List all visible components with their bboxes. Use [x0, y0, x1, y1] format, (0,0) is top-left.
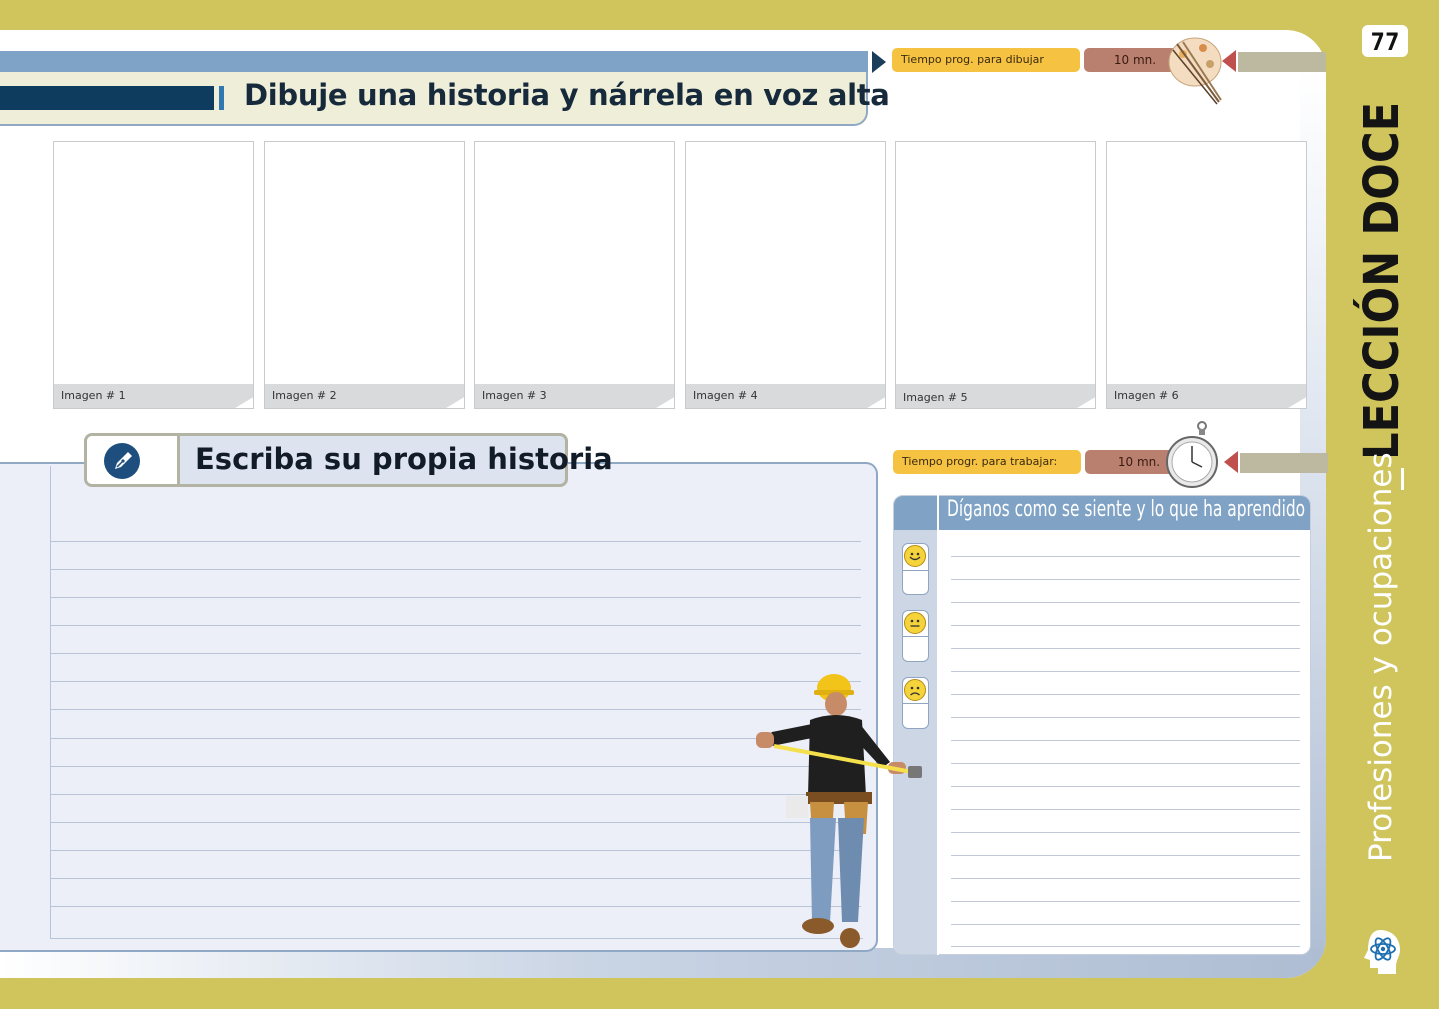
image-frame-4[interactable]: Imagen # 4: [685, 141, 886, 409]
image-caption: Imagen # 3: [475, 384, 674, 408]
draw-timer-label: Tiempo prog. para dibujar: [892, 48, 1080, 72]
pen-nib-icon: [104, 443, 140, 479]
stopwatch-icon: [1166, 421, 1218, 488]
neutral-face-icon: [904, 612, 926, 634]
head-atom-logo-icon: [1364, 930, 1400, 974]
lesson-divider: [1401, 468, 1404, 490]
image-frame-2[interactable]: Imagen # 2: [264, 141, 465, 409]
image-frame-3[interactable]: Imagen # 3: [474, 141, 675, 409]
story-title: Escriba su propia historia: [195, 442, 613, 476]
image-frame-5[interactable]: Imagen # 5: [895, 141, 1096, 409]
feelings-panel: [893, 495, 1311, 955]
image-frame-1[interactable]: Imagen # 1: [53, 141, 254, 409]
lesson-topic: Profesiones y ocupaciones: [1363, 452, 1399, 862]
work-timer-label: Tiempo progr. para trabajar:: [893, 450, 1081, 474]
paint-palette-icon: [1168, 37, 1222, 105]
happy-face-icon: [904, 545, 926, 567]
work-timer-arrow: [1224, 451, 1238, 473]
page-number: 77: [1362, 25, 1408, 57]
image-caption: Imagen # 5: [896, 384, 1095, 408]
construction-worker-image: [756, 674, 922, 948]
image-caption: Imagen # 4: [686, 384, 885, 408]
story-lines-container: [50, 466, 863, 939]
lesson-title: LECCIÓN DOCE: [1354, 101, 1410, 460]
image-caption: Imagen # 2: [265, 384, 464, 408]
page-title: Dibuje una historia y nárrela en voz alt…: [244, 78, 890, 112]
draw-timer-bar: [1238, 52, 1326, 72]
image-caption: Imagen # 1: [54, 384, 253, 408]
header-accent-bar: [0, 86, 214, 110]
feelings-title: Díganos como se siente y lo que ha apren…: [947, 497, 1306, 522]
header-arrow: [872, 51, 886, 73]
header-stripe: [0, 51, 868, 73]
work-timer-bar: [1240, 453, 1328, 473]
header-accent-tick: [219, 86, 224, 110]
image-frame-6[interactable]: Imagen # 6: [1106, 141, 1307, 409]
image-caption: Imagen # 6: [1107, 384, 1306, 408]
